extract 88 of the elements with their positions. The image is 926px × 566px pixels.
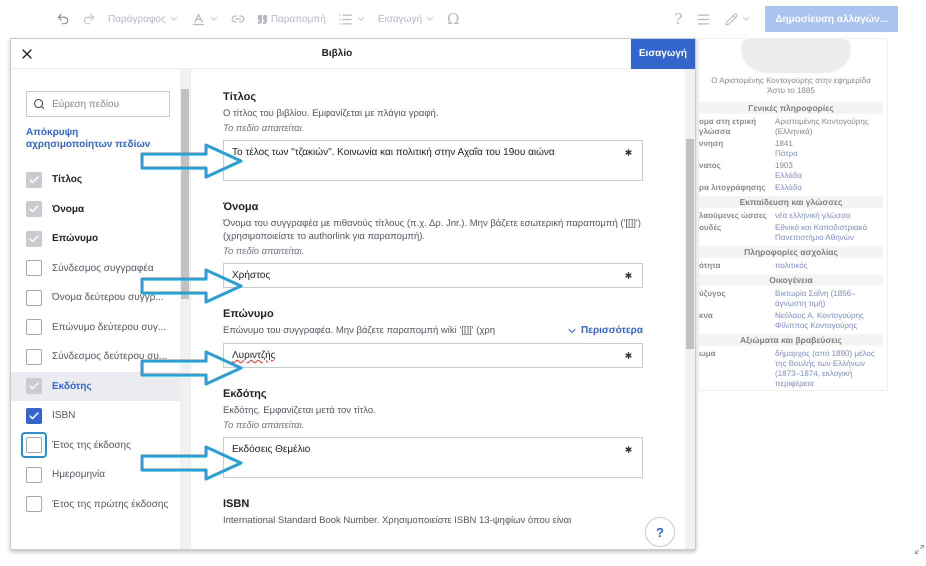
menu-icon[interactable] [696,12,712,26]
scrollbar[interactable] [685,69,695,549]
required-icon [623,444,634,455]
more-link[interactable]: Περισσότερα [566,324,643,337]
infobox-link[interactable]: πολιτικός [775,261,808,271]
dialog-title: Βιβλίο [320,48,354,59]
check-icon [28,174,40,186]
required-note: Το πεδίο απαιτείται. [223,246,304,257]
field-list-item[interactable]: Επώνυμο δεύτερου συγ... [11,312,180,342]
field-label: Εκδότης [223,388,267,400]
field-description: International Standard Book Number. Χρησιμοποιείστε ISBN 13-ψηφίων όπου είναι [223,514,572,527]
field-label: Επώνυμο [223,308,274,320]
text-field[interactable]: Το τέλος των "τζακιών". Κοινωνία και πολιτική στην Αχαΐα του 19ου αιώνα [223,140,643,181]
field-list-item[interactable]: Όνομα [11,194,180,224]
infobox-link[interactable]: Ελλάδα [775,183,802,193]
infobox-link[interactable]: Εθνικό και Καποδιστριακό Πανεπιστήμιο Αθηνών [775,223,883,243]
field-list-item[interactable]: Σύνδεσμος συγγραφέα [11,254,180,283]
insert-button[interactable]: Εισαγωγή [630,38,695,68]
text-field[interactable]: Χρήστος [223,263,643,288]
infobox-header: Πληροφορίες ασχολίας [699,246,883,258]
field-description: Όνομα του συγγραφέα με πιθανούς τίτλους (π.χ. Δρ. Jnr.). Μην βάζετε εσωτερική παραπομπή ('[[]]') (χρησιμοποιείστε το authorlink για παραπομπή). [223,217,642,243]
checkbox[interactable] [26,496,42,512]
undo-icon[interactable] [56,12,70,26]
checkbox[interactable] [26,348,42,365]
required-icon [623,147,634,158]
field-label: Όνομα [223,201,258,213]
text-field[interactable]: Εκδόσεις Θεμέλιο [223,437,643,478]
field-description: Εκδότης. Εμφανίζεται μετά τον τίτλο. [223,404,376,417]
infobox-value: Αριστομένης Κοντογούρης (Ελληνικά) [775,117,870,137]
field-list-item[interactable]: Όνομα δεύτερου συγγρ... [11,283,180,312]
field-list-item[interactable]: Τίτλος [11,165,180,194]
required-icon [623,350,634,361]
infobox-header: Εκπαίδευση και γλώσσες [699,196,883,208]
infobox-label: ωμα [699,349,717,359]
image-caption: Ο Αριστομένης Κοντογούρης στην εφημερίδα Άστυ το 1885 [710,76,872,96]
required-note: Το πεδίο απαιτείται. [223,123,304,134]
infobox-header: Γενικές πληροφορίες [699,102,883,114]
infobox-label: ύζυγος [699,289,726,299]
checkbox[interactable] [26,437,42,454]
hide-unused-link[interactable]: Απόκρυψη αχρησιμοποίητων πεδίων [26,127,160,151]
field-list-item[interactable]: ISBN [11,401,180,430]
field-label: ISBN [223,498,250,510]
infobox-label: ότητα [699,261,722,271]
infobox-label: νατος [699,161,722,171]
infobox-link[interactable]: Πάτρα [775,149,798,159]
expand-icon[interactable] [914,544,925,555]
infobox-link[interactable]: δήμαρχος (από 1890) μέλος της Βουλής των Ελλήνων (1873–1874, εκλογική περιφέρεια [775,349,883,389]
infobox-label: ρα λιτογράφησης [699,183,766,193]
checkbox[interactable] [26,260,42,276]
infobox-value: 1841 [775,139,793,149]
required-note: Το πεδίο απαιτείται. [223,420,304,431]
field-list-item[interactable]: Ημερομηνία [11,460,180,490]
field-description: Επώνυμο του συγγραφέα. Μην βάζετε παραπομπή wiki '[[]]' (χρη [223,324,496,337]
field-list-item[interactable]: Επώνυμο [11,224,180,254]
infobox-label: λαούμενες ώσσες [699,211,768,221]
text-field[interactable]: Λυριντζής [223,343,643,368]
checkbox[interactable] [26,408,42,424]
infobox-link[interactable]: Ελλάδα [775,171,802,181]
field-list-item[interactable]: Έτος της πρώτης έκδοσης [11,490,180,519]
checkbox[interactable] [26,290,42,306]
infobox-label: κνα [699,311,714,321]
field-label: Τίτλος [223,91,256,103]
text-style-icon[interactable] [190,12,206,26]
check-icon [28,232,40,245]
infobox-label: ννηση [699,139,724,149]
pencil-icon[interactable] [725,12,738,26]
infobox-value: 1903 [775,161,793,171]
required-icon [623,270,634,281]
quote-icon[interactable] [256,14,268,24]
field-list-item[interactable]: Εκδότης [11,372,180,401]
infobox-header: Οικογένεια [699,274,883,286]
redo-icon[interactable] [82,12,96,26]
infobox-label: ουδές [699,223,722,233]
field-list-item[interactable]: Σύνδεσμος δεύτερου συ... [11,342,180,372]
search-field[interactable]: Εύρεση πεδίου [26,91,170,117]
field-description: Ο τίτλος του βιβλίου. Εμφανίζεται με πλάγια γραφή. [223,107,438,120]
check-icon [28,410,40,422]
infobox-link[interactable]: Βικτωρία Σαΐνη (1856–άγνωστη τιμή) [775,289,883,309]
checkbox[interactable] [26,319,42,336]
search-icon [33,97,46,111]
infobox-link[interactable]: Νεόλαος Α. Κοντογούρης Φίλιππος Κοντογούρης [775,311,883,331]
checkbox[interactable] [26,466,42,483]
list-icon[interactable] [338,12,353,26]
field-list-item[interactable]: Έτος της έκδοσης [11,430,180,460]
infobox-link[interactable]: νέα ελληνική γλώσσα [775,211,851,221]
scrollbar[interactable] [180,69,190,549]
infobox-header: Αξιώματα και βραβεύσεις [699,334,883,346]
help-button[interactable]: ? [645,517,675,547]
